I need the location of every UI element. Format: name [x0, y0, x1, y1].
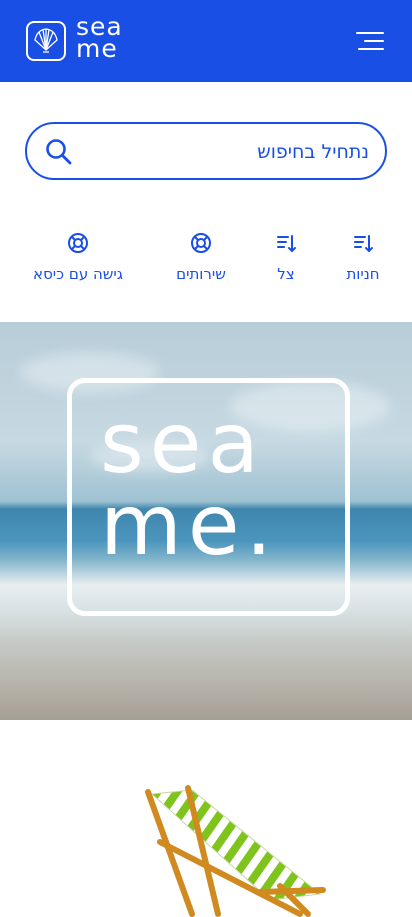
lifebuoy-icon — [68, 233, 88, 253]
category-shade[interactable]: צל — [266, 232, 306, 292]
search-icon[interactable] — [45, 138, 73, 166]
brand-line2: me — [76, 34, 118, 63]
lifebuoy-icon — [191, 233, 211, 253]
category-wheelchair-access[interactable]: גישה עם כיסא — [24, 232, 132, 292]
brand-wordmark: sea me — [76, 14, 123, 63]
category-label: גישה עם כיסא — [33, 265, 123, 283]
hamburger-menu-icon[interactable] — [354, 28, 384, 54]
sort-list-icon — [277, 235, 296, 253]
shell-icon — [26, 21, 66, 61]
hero-line1: sea — [100, 394, 265, 492]
category-label: חניות — [346, 265, 380, 283]
brand-logo[interactable]: sea me — [26, 14, 138, 66]
category-parking[interactable]: חניות — [340, 232, 386, 292]
hero-logo-text: sea me. — [100, 394, 279, 574]
beach-chair-icon — [145, 785, 326, 917]
search-input[interactable] — [89, 132, 371, 172]
sort-list-icon — [354, 235, 373, 253]
category-services[interactable]: שירותים — [166, 232, 236, 292]
hero-banner: sea me. — [0, 322, 412, 720]
category-label: צל — [277, 265, 295, 283]
category-label: שירותים — [176, 265, 226, 283]
hero-line2: me. — [100, 476, 279, 574]
category-filters: חניות צל שירותים גישה עם כיסא — [0, 232, 412, 292]
app-header: sea me — [0, 0, 412, 82]
search-bar — [25, 122, 387, 180]
